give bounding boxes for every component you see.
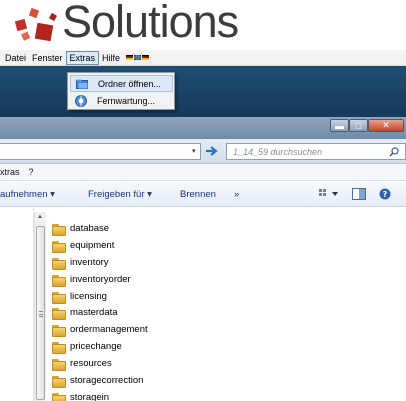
flag-icon-germany[interactable] [126,55,134,60]
folder-item[interactable]: inventory [52,254,312,271]
folder-icon [52,223,66,236]
folder-icon [52,274,66,287]
go-arrow-icon[interactable] [205,145,219,157]
menu-help[interactable]: ? [24,167,38,177]
navigation-pane[interactable] [0,208,34,401]
folder-icon [52,358,66,372]
app-menubar: Datei Fenster Extras Hilfe [0,50,406,66]
folder-icon [52,324,66,338]
desktop-background [0,66,406,117]
folder-name: storagecorrection [70,374,144,386]
toolbar-more-button[interactable]: » [234,189,239,200]
folder-item[interactable]: pricechange [52,338,312,355]
extras-dropdown: Ordner öffnen... Fernwartung... [67,72,175,110]
folder-item[interactable]: storagecorrection [52,372,312,389]
minimize-button[interactable]: ▬ [330,119,349,132]
toolbar-share-button[interactable]: Freigeben für ▾ [88,189,152,200]
explorer-menubar: xtras ? [0,164,406,181]
menu-item-label: Fernwartung... [97,95,156,106]
menu-item-fernwartung[interactable]: Fernwartung... [70,92,173,109]
folder-item[interactable]: licensing [52,288,312,305]
address-row: ▾ 1_14_59 durchsuchen [0,139,406,164]
folder-list: database equipment inventory inventoryor… [52,220,312,401]
menu-item-ordner-oeffnen[interactable]: Ordner öffnen... [70,75,173,92]
toolbar-burn-button[interactable]: Brennen [180,189,216,200]
folder-name: licensing [70,290,107,302]
folder-item[interactable]: ordermanagement [52,321,312,338]
close-icon: ✕ [382,120,390,130]
address-bar[interactable] [0,143,201,160]
folder-item[interactable]: inventoryorder [52,271,312,288]
folder-icon [52,375,66,388]
menu-datei[interactable]: Datei [2,51,29,65]
folder-item[interactable]: database [52,220,312,237]
folder-name: storagein [70,391,110,401]
search-placeholder: 1_14_59 durchsuchen [233,147,323,157]
search-icon[interactable] [389,147,399,157]
folder-name: resources [70,358,112,370]
close-button[interactable]: ✕ [368,119,404,132]
folder-icon [52,240,66,253]
folder-name: equipment [70,239,115,251]
window-title-bar[interactable]: ▬ □ ✕ [0,117,406,139]
folder-name: ordermanagement [70,324,148,336]
folder-item[interactable]: equipment [52,237,312,254]
help-icon[interactable]: ? [379,188,391,200]
app-banner: Solutions [0,0,406,46]
language-flags [126,51,150,65]
navigation-scrollbar[interactable]: ▲ [34,212,46,401]
minimize-icon: ▬ [335,120,344,131]
remote-support-icon [75,94,87,107]
folder-icon [52,257,66,270]
scroll-thumb[interactable] [36,226,45,400]
scroll-grip-icon [39,311,43,317]
menu-extras[interactable]: Extras [65,50,100,65]
logo-cubes-icon [14,7,58,42]
folder-name: database [70,222,110,234]
folder-item[interactable]: resources [52,355,312,372]
menu-hilfe[interactable]: Hilfe [99,51,123,65]
folder-name: masterdata [70,307,118,319]
menu-item-label: Ordner öffnen... [98,78,161,89]
search-input[interactable]: 1_14_59 durchsuchen [226,143,406,160]
folder-icon [52,392,66,401]
folder-icon [52,291,66,304]
folder-name: inventory [70,256,109,268]
maximize-button[interactable]: □ [349,119,368,132]
folder-item[interactable]: storagein [52,389,312,401]
toolbar-aufnehmen-button[interactable]: aufnehmen ▾ [0,189,55,200]
folder-open-icon [76,79,88,89]
scroll-up-arrow-icon[interactable]: ▲ [37,214,43,220]
menu-fenster[interactable]: Fenster [29,51,66,65]
svg-text:?: ? [383,190,388,199]
flag-icon-uk[interactable] [134,55,142,60]
logo-text: Solutions [62,0,239,47]
menu-extras-partial[interactable]: xtras [0,167,24,177]
screen: Solutions Datei Fenster Extras Hilfe Ord… [0,0,406,401]
view-options-icon[interactable] [318,188,340,200]
flag-icon-germany[interactable] [142,55,150,60]
folder-icon [52,307,66,321]
folder-icon [52,341,66,355]
folder-name: inventoryorder [70,273,131,285]
address-history-dropdown[interactable]: ▾ [192,147,196,155]
folder-name: pricechange [70,341,122,353]
maximize-icon: □ [355,120,362,131]
explorer-toolbar: aufnehmen ▾ Freigeben für ▾ Brennen » ? [0,182,406,207]
preview-pane-icon[interactable] [352,188,366,200]
folder-item[interactable]: masterdata [52,304,312,321]
